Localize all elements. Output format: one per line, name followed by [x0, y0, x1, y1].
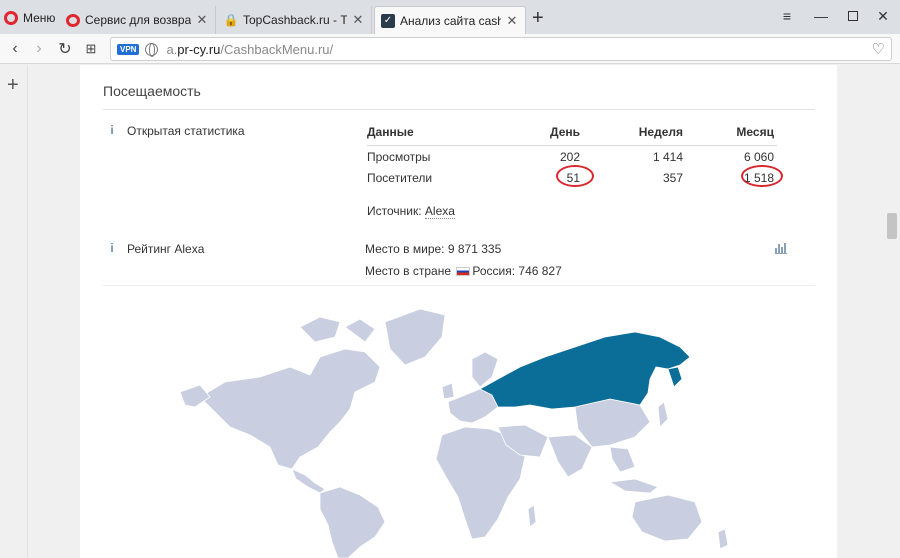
- table-cell-week: 1 414: [652, 150, 683, 164]
- chevron-right-icon: ›: [36, 40, 42, 57]
- divider: [103, 285, 815, 286]
- chevron-left-icon: ‹: [12, 40, 18, 57]
- alexa-rating-label: Рейтинг Alexa: [127, 242, 205, 256]
- close-icon[interactable]: ✕: [195, 12, 209, 28]
- country-rank-value: Россия: 746 827: [472, 264, 562, 278]
- south-america: [319, 486, 386, 558]
- forward-button[interactable]: ›: [28, 38, 50, 60]
- tab-site-analysis[interactable]: ✓ Анализ сайта cashbackme ✕: [374, 6, 526, 34]
- source-line: Источник: Alexa: [367, 204, 455, 219]
- close-window-button[interactable]: ✕: [868, 4, 898, 28]
- tab-title: Сервис для возврата кэш: [85, 13, 191, 27]
- grid-icon: ⊞: [85, 41, 97, 56]
- table-row-label: Посетители: [367, 171, 433, 185]
- new-zealand: [717, 528, 729, 550]
- column-header-day: День: [550, 125, 580, 139]
- tab-cashback-service[interactable]: Сервис для возврата кэш ✕: [60, 6, 216, 34]
- info-icon[interactable]: i: [107, 123, 117, 137]
- minimize-button[interactable]: —: [806, 4, 836, 28]
- traffic-panel: Посещаемость i Открытая статистика Данны…: [80, 65, 837, 558]
- tab-topcashback[interactable]: 🔒 TopCashback.ru - Топ луч ✕: [218, 6, 372, 34]
- globe-icon[interactable]: [145, 42, 159, 57]
- page-viewport: Посещаемость i Открытая статистика Данны…: [28, 65, 884, 558]
- reload-icon: ↻: [58, 41, 72, 58]
- russia-flag-icon: [456, 267, 471, 276]
- info-icon[interactable]: i: [107, 241, 117, 255]
- url-path: /CashbackMenu.ru/: [220, 41, 334, 57]
- greenland: [384, 308, 446, 366]
- alaska: [180, 384, 211, 408]
- australia: [631, 494, 703, 542]
- table-cell-day: 51: [566, 171, 580, 185]
- url-host: pr-cy.ru: [177, 41, 221, 57]
- table-divider: [367, 145, 777, 146]
- opera-icon: [4, 11, 18, 25]
- back-button[interactable]: ‹: [4, 38, 26, 60]
- speed-dial-button[interactable]: ⊞: [80, 38, 102, 60]
- page-title: Посещаемость: [103, 83, 201, 99]
- table-cell-month: 6 060: [743, 150, 774, 164]
- canada-islands: [299, 316, 341, 343]
- sidebar: +: [0, 65, 28, 558]
- canada-islands: [344, 318, 376, 343]
- lock-icon: 🔒: [223, 13, 239, 27]
- menu-icon: ≡: [782, 8, 792, 24]
- close-icon[interactable]: ✕: [351, 12, 365, 28]
- country-rank-prefix: Место в стране: [365, 264, 452, 278]
- maximize-icon: [848, 11, 858, 21]
- table-cell-day: 202: [559, 150, 580, 164]
- russia: [479, 331, 691, 410]
- minimize-icon: —: [814, 8, 828, 24]
- source-link[interactable]: Alexa: [424, 204, 455, 219]
- world-map: [180, 308, 729, 558]
- vpn-badge[interactable]: VPN: [117, 43, 140, 55]
- british-isles: [441, 382, 455, 400]
- russia-kamchatka: [667, 366, 683, 388]
- south-asia: [547, 434, 593, 478]
- divider: [103, 109, 815, 110]
- table-cell-month: 1 518: [743, 171, 774, 185]
- reload-button[interactable]: ↻: [54, 38, 76, 60]
- url-prefix: a.: [166, 41, 178, 57]
- opera-icon: [66, 13, 80, 27]
- table-cell-week: 357: [662, 171, 683, 185]
- southeast-asia: [609, 446, 636, 473]
- opera-menu-button[interactable]: Меню: [4, 6, 56, 30]
- world-rank: Место в мире: 9 871 335: [365, 242, 502, 256]
- close-icon: ✕: [877, 7, 889, 24]
- address-bar: ‹ › ↻ ⊞ VPN a. pr-cy.ru /CashbackMenu.ru…: [0, 34, 900, 64]
- table-row-label: Просмотры: [367, 150, 431, 164]
- madagascar: [527, 504, 537, 528]
- japan: [657, 401, 669, 428]
- north-america: [199, 348, 381, 470]
- column-header-data: Данные: [367, 125, 414, 139]
- url-input[interactable]: VPN a. pr-cy.ru /CashbackMenu.ru/ ♡: [110, 37, 892, 61]
- column-header-month: Месяц: [736, 125, 774, 139]
- source-prefix: Источник:: [367, 204, 422, 218]
- close-icon[interactable]: ✕: [505, 13, 519, 29]
- tab-strip: Меню Сервис для возврата кэш ✕ 🔒 TopCash…: [0, 0, 900, 34]
- column-header-week: Неделя: [638, 125, 683, 139]
- add-sidebar-button[interactable]: +: [7, 75, 19, 95]
- tab-title: TopCashback.ru - Топ луч: [243, 13, 347, 27]
- menu-label: Меню: [23, 11, 56, 25]
- page-scrollbar[interactable]: [884, 65, 900, 558]
- maximize-button[interactable]: [838, 4, 868, 28]
- indonesia: [608, 478, 659, 494]
- heart-icon[interactable]: ♡: [872, 40, 885, 58]
- central-america: [291, 468, 326, 494]
- open-stats-label: Открытая статистика: [127, 124, 245, 138]
- east-asia: [574, 398, 651, 448]
- bar-chart-icon[interactable]: [775, 243, 787, 254]
- new-tab-button[interactable]: +: [532, 8, 544, 28]
- country-rank: Место в стране Россия: 746 827: [365, 264, 562, 278]
- checkmark-icon: ✓: [381, 13, 395, 28]
- tab-title: Анализ сайта cashbackme: [400, 13, 501, 28]
- tab-menu-button[interactable]: ≡: [772, 4, 802, 28]
- scrollbar-thumb[interactable]: [887, 213, 897, 239]
